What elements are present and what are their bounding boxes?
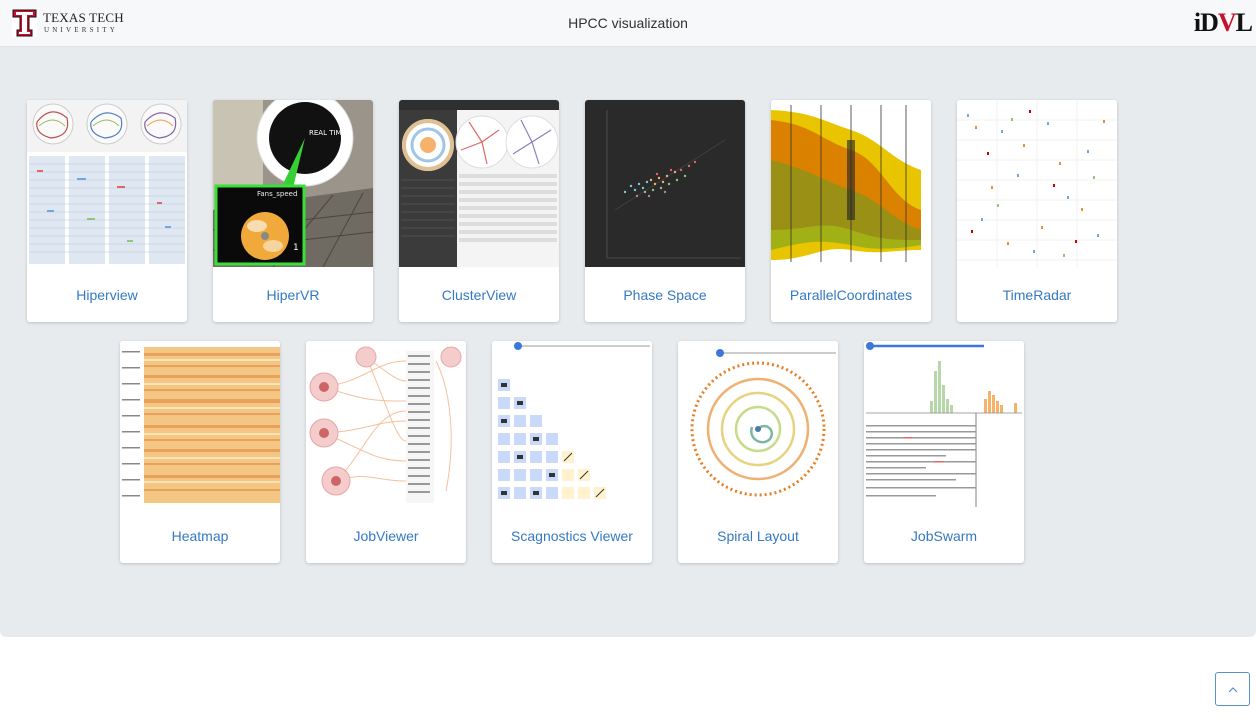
panel-number-text: 1 (293, 243, 299, 253)
chevron-up-icon (1228, 687, 1238, 693)
card-label-timeradar[interactable]: TimeRadar (957, 287, 1117, 303)
idvl-logo-red: V (1217, 8, 1237, 37)
page-title: HPCC visualization (568, 15, 688, 31)
card-scagnostics-viewer[interactable]: Scagnostics Viewer (492, 341, 652, 563)
hiperview-thumbnail (27, 100, 187, 267)
scroll-to-top-button[interactable] (1215, 672, 1250, 706)
card-label-phase-space[interactable]: Phase Space (585, 287, 745, 303)
card-label-scagnostics-viewer[interactable]: Scagnostics Viewer (492, 528, 652, 544)
spiral-thumbnail (678, 341, 838, 508)
parallel-coordinates-thumbnail (771, 100, 931, 267)
hipervr-thumbnail: REAL TIME Fans_speed 1 (213, 100, 373, 267)
card-label-jobswarm[interactable]: JobSwarm (864, 528, 1024, 544)
card-hiperview[interactable]: Hiperview (27, 100, 187, 322)
top-header: TEXAS TECH UNIVERSITY HPCC visualization… (0, 0, 1256, 47)
timeradar-thumbnail (957, 100, 1117, 267)
phase-space-thumbnail (585, 100, 745, 267)
card-label-hiperview[interactable]: Hiperview (27, 287, 187, 303)
card-heatmap[interactable]: Heatmap (120, 341, 280, 563)
card-label-jobviewer[interactable]: JobViewer (306, 528, 466, 544)
idvl-logo-prefix: iD (1193, 8, 1219, 37)
jobswarm-thumbnail (864, 341, 1024, 508)
card-label-spiral-layout[interactable]: Spiral Layout (678, 528, 838, 544)
card-label-parallel-coordinates[interactable]: ParallelCoordinates (771, 287, 931, 303)
jobviewer-thumbnail (306, 341, 466, 508)
card-jobviewer[interactable]: JobViewer (306, 341, 466, 563)
scagnostics-thumbnail (492, 341, 652, 508)
card-parallel-coordinates[interactable]: ParallelCoordinates (771, 100, 931, 322)
card-label-heatmap[interactable]: Heatmap (120, 528, 280, 544)
card-spiral-layout[interactable]: Spiral Layout (678, 341, 838, 563)
card-clusterview[interactable]: ClusterView (399, 100, 559, 322)
card-phase-space[interactable]: Phase Space (585, 100, 745, 322)
heatmap-thumbnail (120, 341, 280, 508)
idvl-logo[interactable]: iDVL (1193, 8, 1253, 38)
card-hipervr[interactable]: REAL TIME Fans_speed 1 HiperVR (213, 100, 373, 322)
gallery-section: Hiperview REAL TIME Fans_speed 1 HiperVR (0, 47, 1256, 637)
card-jobswarm[interactable]: JobSwarm (864, 341, 1024, 563)
card-label-hipervr[interactable]: HiperVR (213, 287, 373, 303)
card-label-clusterview[interactable]: ClusterView (399, 287, 559, 303)
clusterview-thumbnail (399, 100, 559, 267)
panel-label-text: Fans_speed (257, 190, 297, 198)
gauge-label-text: REAL TIME (309, 129, 346, 137)
idvl-logo-suffix: L (1235, 8, 1253, 37)
card-timeradar[interactable]: TimeRadar (957, 100, 1117, 322)
